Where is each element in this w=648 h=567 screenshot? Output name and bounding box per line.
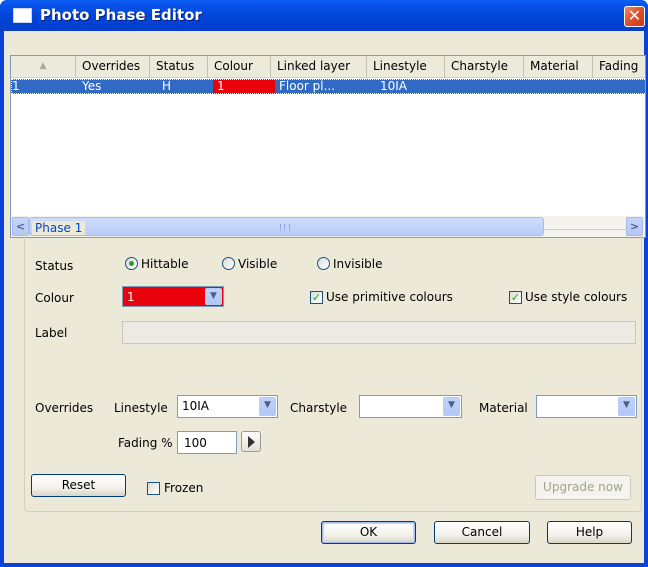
use-style-colours-label[interactable]: Use style colours [525, 290, 627, 304]
chevron-down-icon[interactable]: ▼ [443, 397, 460, 416]
sort-icon[interactable]: ▲ [11, 56, 76, 78]
help-button[interactable]: Help [547, 521, 632, 544]
use-primitive-colours-label[interactable]: Use primitive colours [326, 290, 453, 304]
window-title: Photo Phase Editor [40, 6, 202, 24]
visible-label[interactable]: Visible [238, 257, 277, 271]
charstyle-dropdown[interactable]: ▼ [359, 395, 462, 418]
column-header-overrides[interactable]: Overrides [76, 56, 150, 78]
upgrade-now-button: Upgrade now [535, 475, 631, 500]
phase-group-title: Phase 1 [32, 221, 86, 235]
ok-button[interactable]: OK [321, 521, 416, 544]
column-header-colour[interactable]: Colour [208, 56, 271, 78]
phase-groupbox [24, 229, 642, 512]
hittable-label[interactable]: Hittable [141, 257, 188, 271]
play-arrow-icon[interactable] [241, 431, 261, 452]
chevron-down-icon[interactable]: ▼ [259, 397, 276, 416]
dialog-client: ▲ Overrides Status Colour Linked layer L… [4, 31, 646, 563]
window-icon [13, 8, 32, 23]
overrides-label: Overrides [35, 401, 94, 415]
colour-label: Colour [35, 291, 74, 305]
use-style-colours-checkbox[interactable]: ✓ [509, 291, 522, 304]
cell-overrides: Yes [82, 79, 102, 93]
colour-value: 1 [127, 290, 135, 304]
phase-grid[interactable]: ▲ Overrides Status Colour Linked layer L… [10, 55, 646, 238]
table-row[interactable]: 1 Yes H 1 Floor pl... 10IA [11, 79, 645, 94]
material-dropdown[interactable]: ▼ [536, 395, 637, 418]
close-button[interactable]: ✕ [624, 6, 645, 27]
column-header-material[interactable]: Material [524, 56, 593, 78]
visible-radio[interactable] [222, 257, 235, 270]
status-label: Status [35, 259, 74, 273]
cell-linestyle: 10IA [380, 79, 408, 93]
charstyle-label: Charstyle [290, 401, 348, 415]
column-header-charstyle[interactable]: Charstyle [445, 56, 524, 78]
chevron-down-icon[interactable]: ▼ [618, 397, 635, 416]
linestyle-label: Linestyle [114, 401, 168, 415]
column-header-linestyle[interactable]: Linestyle [367, 56, 445, 78]
column-header-linked-layer[interactable]: Linked layer [271, 56, 367, 78]
invisible-radio[interactable] [317, 257, 330, 270]
material-label: Material [479, 401, 528, 415]
hittable-radio[interactable] [125, 257, 138, 270]
column-header-fading[interactable]: Fading [593, 56, 645, 78]
fading-value: 100 [184, 436, 207, 450]
title-bar[interactable]: Photo Phase Editor ✕ [0, 0, 648, 31]
frozen-label[interactable]: Frozen [164, 481, 203, 495]
cell-linked-layer: Floor pl... [279, 79, 336, 93]
label-field[interactable] [122, 321, 636, 344]
grid-header: ▲ Overrides Status Colour Linked layer L… [11, 56, 645, 78]
invisible-label[interactable]: Invisible [333, 257, 383, 271]
use-primitive-colours-checkbox[interactable]: ✓ [310, 291, 323, 304]
column-header-status[interactable]: Status [150, 56, 208, 78]
label-label: Label [35, 326, 68, 340]
linestyle-dropdown[interactable]: 10IA ▼ [177, 395, 278, 418]
dialog-window: Photo Phase Editor ✕ ▲ Overrides Status … [0, 0, 648, 567]
cell-colour: 1 [213, 79, 275, 94]
chevron-down-icon[interactable]: ▼ [205, 288, 222, 305]
cancel-button[interactable]: Cancel [434, 521, 530, 544]
frozen-checkbox[interactable] [147, 482, 160, 495]
fading-field[interactable]: 100 [177, 431, 237, 454]
colour-dropdown[interactable]: 1 ▼ [122, 286, 224, 307]
cell-status: H [162, 79, 172, 93]
fading-label: Fading % [118, 436, 173, 450]
linestyle-value: 10IA [182, 399, 210, 413]
reset-button[interactable]: Reset [31, 474, 126, 497]
row-index: 1 [12, 79, 20, 93]
